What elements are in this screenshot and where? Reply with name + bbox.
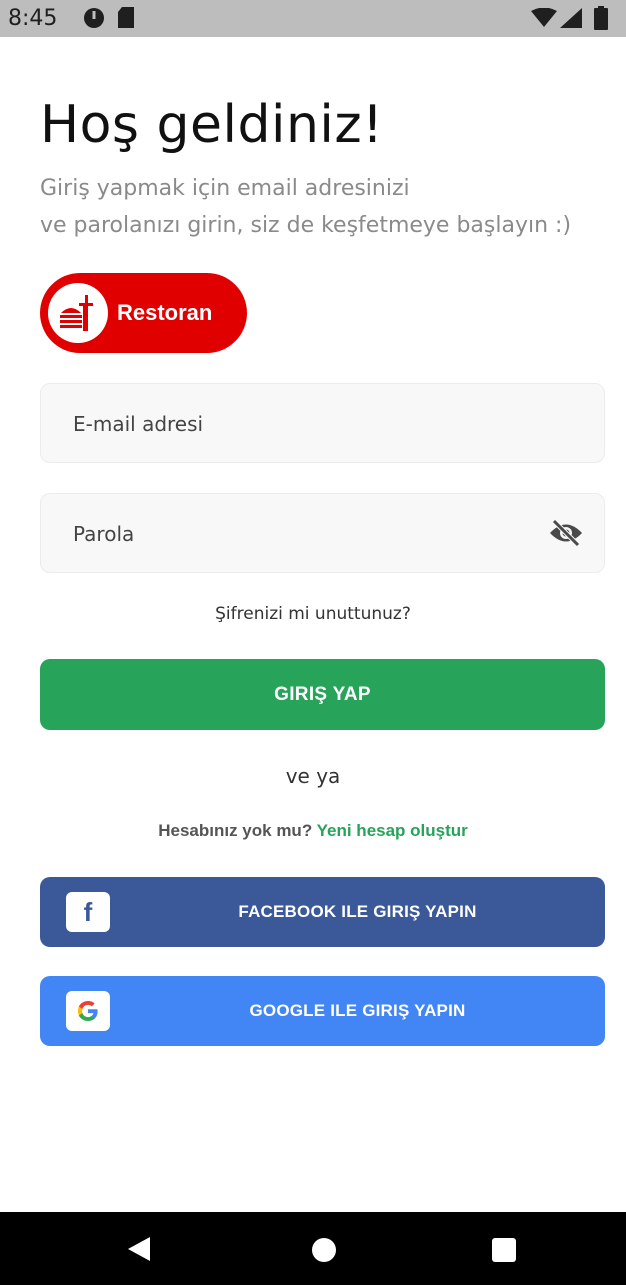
login-button-label: GIRIŞ YAP — [274, 684, 371, 705]
google-login-button[interactable]: GOOGLE ILE GIRIŞ YAPIN — [40, 976, 605, 1046]
google-icon — [66, 991, 110, 1031]
subtitle-line-2: ve parolanızı girin, siz de keşfetmeye b… — [40, 213, 572, 238]
signup-prompt: Hesabınız yok mu? — [158, 821, 313, 840]
system-nav-bar — [0, 1212, 626, 1285]
subtitle-line-1: Giriş yapmak için email adresinizi — [40, 176, 410, 201]
wifi-icon — [531, 8, 557, 27]
forgot-password-link[interactable]: Şifrenizi mi unuttunuz? — [0, 604, 626, 624]
password-placeholder: Parola — [73, 522, 135, 546]
signup-prompt-line: Hesabınız yok mu? Yeni hesap oluştur — [0, 821, 626, 841]
status-time: 8:45 — [8, 6, 58, 31]
restaurant-role-button[interactable]: Restoran — [40, 273, 247, 353]
email-placeholder: E-mail adresi — [73, 412, 204, 436]
facebook-icon: f — [66, 892, 110, 932]
restaurant-icon — [60, 295, 93, 331]
eye-off-icon[interactable] — [548, 518, 584, 548]
page-title: Hoş geldiniz! — [40, 95, 384, 155]
signal-icon — [560, 8, 582, 28]
facebook-login-button[interactable]: f FACEBOOK ILE GIRIŞ YAPIN — [40, 877, 605, 947]
home-icon[interactable] — [312, 1238, 336, 1262]
recents-icon[interactable] — [492, 1238, 516, 1262]
restaurant-role-label: Restoran — [117, 300, 213, 325]
sd-card-icon — [118, 7, 134, 28]
facebook-login-label: FACEBOOK ILE GIRIŞ YAPIN — [238, 902, 477, 921]
login-button[interactable]: GIRIŞ YAP — [40, 659, 605, 730]
data-saver-icon — [84, 8, 104, 28]
status-bar: 8:45 — [0, 0, 626, 37]
password-field[interactable]: Parola — [40, 493, 605, 573]
google-login-label: GOOGLE ILE GIRIŞ YAPIN — [249, 1001, 466, 1020]
create-account-link[interactable]: Yeni hesap oluştur — [317, 821, 468, 840]
email-field[interactable]: E-mail adresi — [40, 383, 605, 463]
or-separator: ve ya — [285, 764, 341, 788]
battery-icon — [594, 6, 608, 30]
restaurant-icon-badge — [48, 283, 108, 343]
back-icon[interactable] — [128, 1237, 150, 1261]
